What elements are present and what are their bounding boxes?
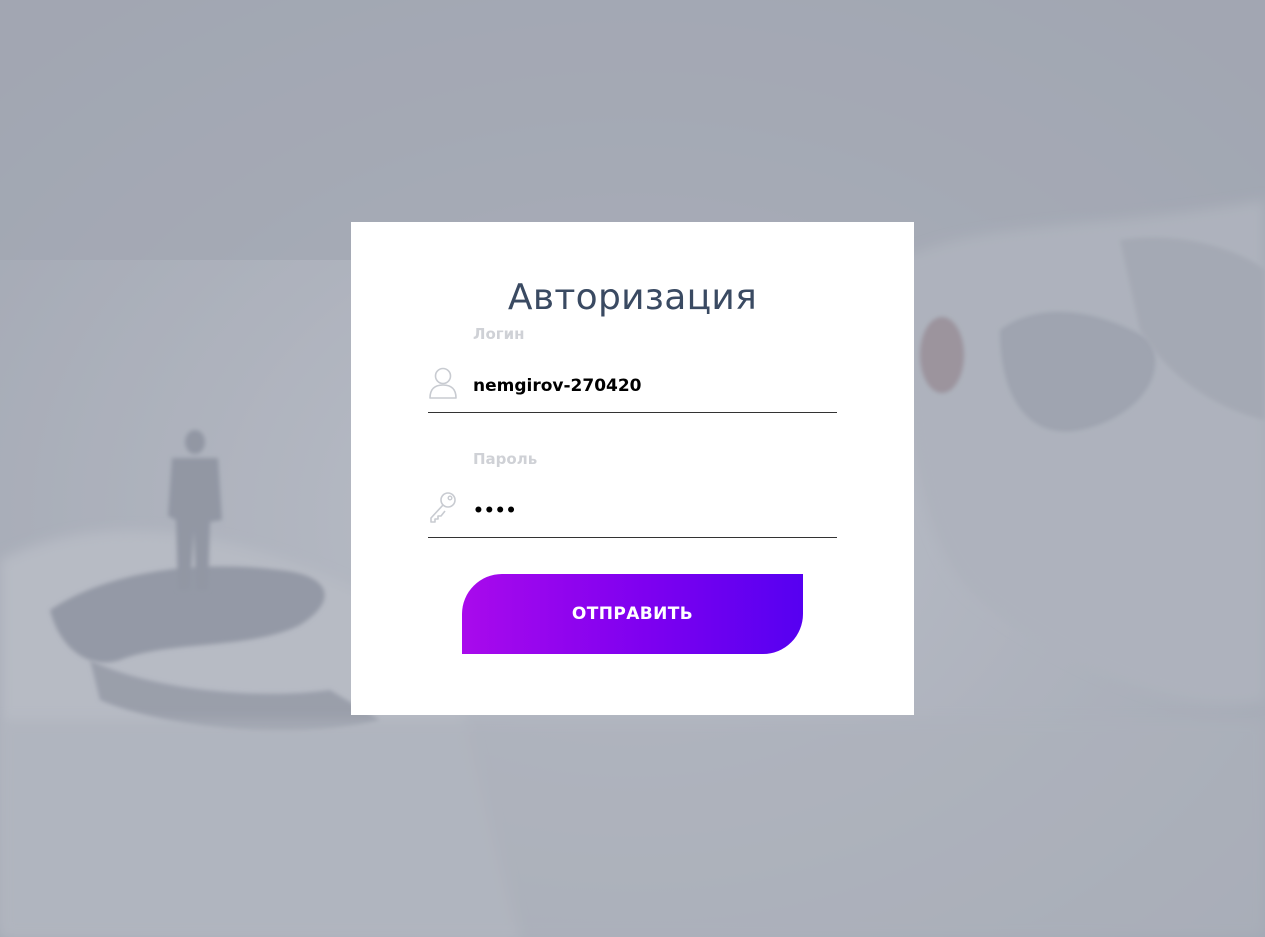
password-underline: [428, 537, 837, 538]
login-label: Логин: [473, 325, 525, 343]
password-label: Пароль: [473, 450, 538, 468]
user-icon: [428, 366, 458, 400]
submit-button[interactable]: ОТПРАВИТЬ: [462, 574, 803, 654]
login-underline: [428, 412, 837, 413]
password-input[interactable]: [473, 497, 833, 525]
form-title: Авторизация: [507, 277, 758, 318]
login-card: Авторизация Логин Пароль ОТПРАВИТЬ: [351, 222, 914, 715]
login-input[interactable]: [473, 372, 833, 400]
key-icon: [428, 491, 458, 525]
